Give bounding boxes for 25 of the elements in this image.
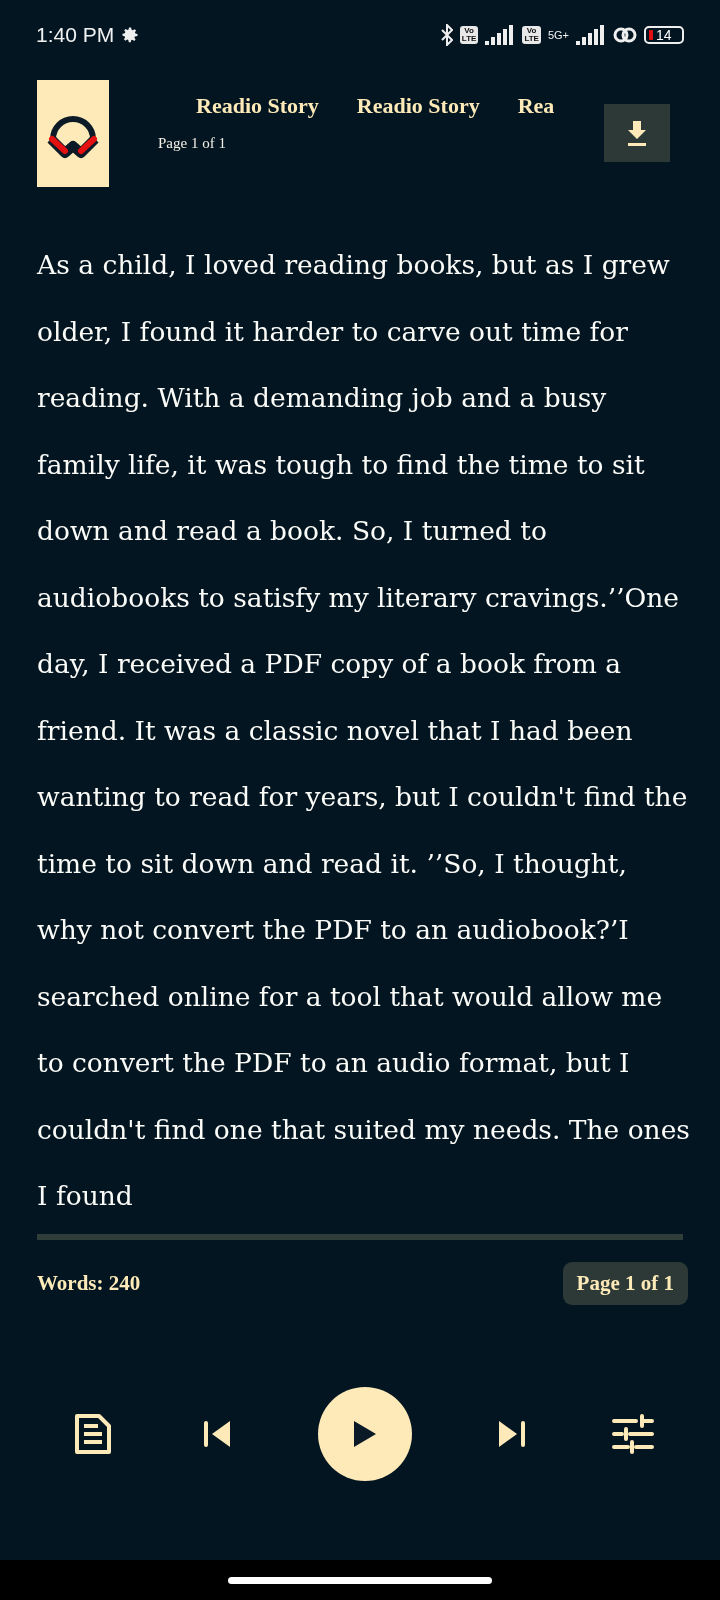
page-indicator: Page 1 of 1 [158, 135, 227, 152]
link-icon [613, 25, 637, 45]
signal-icon [485, 25, 516, 45]
next-button[interactable] [496, 1418, 527, 1449]
story-text: As a child, I loved reading books, but as I grew older, I found it harder to carve out time for reading. With a demanding job and a busy family life, it was tough to find the time to sit down and read a book. So, I turned to audiobooks to satisfy my literary cravings.’’One day, I received a PDF copy of a book from a friend. It was a classic novel that I had been wanting to read for years, but I couldn't find the time to sit down and read it. ’’So, I thought, why not convert the PDF to an audiobook?’I searched online for a tool that would allow me to convert the PDF to an audio format, but I couldn't find one that suited my needs. The ones I found [35, 248, 691, 1213]
status-time: 1:40 PM [36, 23, 115, 47]
battery-level: 14 [656, 27, 672, 43]
download-icon [625, 119, 649, 147]
word-count: Words: 240 [37, 1270, 141, 1296]
story-title: Readio Story [356, 93, 480, 119]
story-title: Readio Story [196, 93, 319, 119]
network-type: 5G+ [547, 29, 569, 41]
play-icon [353, 1420, 376, 1447]
gear-icon [120, 25, 141, 45]
previous-button[interactable] [202, 1418, 233, 1449]
page-button[interactable]: Page 1 of 1 [562, 1261, 688, 1305]
progress-track[interactable] [37, 1233, 683, 1240]
volte-badge: Vo LTE [459, 26, 479, 44]
settings-button[interactable] [612, 1412, 654, 1455]
signal-icon [576, 25, 606, 45]
volte-badge: Vo LTE [522, 26, 541, 44]
download-button[interactable] [604, 104, 670, 162]
home-indicator[interactable] [228, 1576, 492, 1584]
story-title: Rea [517, 93, 555, 119]
bluetooth-icon [440, 24, 453, 46]
